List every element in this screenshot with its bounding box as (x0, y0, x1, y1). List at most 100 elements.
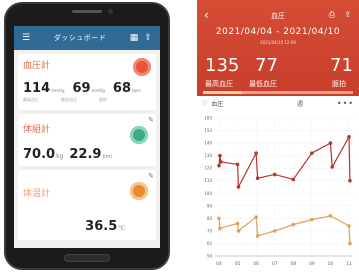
data-point (328, 214, 333, 218)
body-composition-card[interactable]: ✎ 体組計 70.0kg 22.9bmi (18, 114, 156, 166)
blood-pressure-chart: 160 150 140 130 120 110 100 90 80 70 60 5004 05 06 07 0… (204, 116, 353, 267)
data-point (218, 153, 222, 158)
chart-controls: ♡ 血圧 週 ••• (197, 96, 359, 110)
measurement-time: 2021/04/10 12:00 (260, 40, 296, 45)
data-point (255, 176, 260, 181)
diastolic-sublabel: 最低血圧 (61, 97, 77, 102)
data-point (347, 224, 351, 228)
period-selector[interactable]: 週 (297, 99, 303, 108)
data-point (330, 165, 335, 169)
pulse-label: 脈拍 (332, 80, 346, 88)
x-tick-label: 06 (253, 261, 259, 267)
share-icon[interactable]: ⇪ (141, 31, 155, 45)
bmi-unit: bmi (102, 154, 112, 160)
dashboard-toolbar: ☰ ダッシュボード ▦ ⇪ (14, 26, 160, 50)
menu-icon[interactable]: ☰ (19, 31, 33, 45)
home-button[interactable] (64, 254, 110, 262)
x-tick-label: 11 (346, 261, 352, 267)
data-point (347, 135, 351, 139)
data-point (217, 216, 221, 221)
data-point (328, 141, 333, 145)
x-tick-label: 09 (309, 261, 315, 267)
temperature-value: 36.5 (85, 219, 118, 234)
data-point (218, 226, 222, 231)
phone-speaker (72, 10, 102, 13)
diastolic-unit: mmHg (91, 88, 105, 93)
systolic-value: 114 (23, 81, 51, 96)
progress-bar (203, 91, 353, 94)
detail-screen: ‹ 血圧 ⎙ ⇪ 2021/04/04 - 2021/04/10 2021/04… (197, 0, 359, 272)
systolic-label: 最高血圧 (205, 80, 233, 88)
thermometer-card[interactable]: ✎ 体温計 36.5℃ (18, 170, 156, 240)
systolic-value: 135 (205, 55, 240, 76)
edit-icon[interactable]: ✎ (148, 116, 154, 124)
data-point (348, 241, 352, 246)
systolic-unit: mmHg (51, 88, 65, 93)
data-point (254, 215, 258, 219)
data-point (235, 221, 240, 226)
data-point (254, 151, 258, 155)
bmi-value: 22.9 (69, 147, 102, 162)
blood-pressure-card[interactable]: 血圧計 114mmHg 69mmHg 68bpm 最高血圧 最低血圧 脈拍 (18, 54, 156, 110)
y-tick-label: 100 (204, 191, 212, 196)
calendar-icon[interactable]: ▦ (127, 31, 141, 45)
edit-icon[interactable]: ✎ (148, 172, 154, 180)
data-point (219, 160, 223, 164)
y-tick-label: 80 (207, 216, 213, 221)
weight-value: 70.0 (23, 147, 56, 162)
data-point (348, 178, 352, 183)
y-tick-label: 150 (204, 128, 212, 133)
detail-header: ‹ 血圧 ⎙ ⇪ 2021/04/04 - 2021/04/10 2021/04… (197, 0, 359, 96)
date-range[interactable]: 2021/04/04 - 2021/04/10 (197, 27, 359, 37)
pulse-value: 68 (112, 81, 132, 96)
body-composition-device-icon (130, 126, 148, 144)
x-tick-label: 05 (235, 261, 241, 267)
y-tick-label: 110 (204, 178, 212, 183)
y-tick-label: 50 (207, 254, 213, 259)
x-tick-label: 04 (216, 261, 222, 267)
systolic-sublabel: 最高血圧 (23, 97, 39, 102)
diastolic-value: 69 (72, 81, 91, 96)
x-tick-label: 07 (272, 261, 278, 267)
y-tick-label: 90 (207, 203, 213, 208)
data-point (272, 229, 277, 233)
blood-pressure-label: 血圧計 (23, 61, 51, 71)
weight-unit: kg (56, 153, 64, 160)
data-point (291, 222, 296, 227)
y-tick-label: 140 (204, 141, 212, 146)
data-point (217, 163, 221, 168)
y-tick-label: 60 (207, 241, 213, 246)
diastolic-value: 77 (255, 55, 278, 76)
y-tick-label: 70 (207, 228, 213, 233)
thermometer-device-icon (130, 182, 148, 200)
pulse-value: 71 (330, 55, 353, 76)
temperature-unit: ℃ (118, 225, 125, 232)
data-point (272, 172, 277, 177)
pulse-unit: bpm (132, 88, 141, 93)
pulse-sublabel: 脈拍 (99, 97, 107, 102)
y-tick-label: 160 (204, 116, 212, 121)
x-tick-label: 10 (328, 261, 334, 267)
y-tick-label: 130 (204, 153, 212, 158)
heart-icon[interactable]: ♡ (202, 100, 207, 107)
chart-filter-label[interactable]: 血圧 (211, 99, 223, 108)
data-point (235, 162, 240, 167)
dashboard-screen: ☰ ダッシュボード ▦ ⇪ 血圧計 114mmHg 69mmHg 68bpm 最… (14, 26, 160, 248)
data-point (310, 151, 314, 155)
y-tick-label: 120 (204, 166, 212, 171)
blood-pressure-device-icon (133, 58, 151, 76)
phone-frame: ☰ ダッシュボード ▦ ⇪ 血圧計 114mmHg 69mmHg 68bpm 最… (4, 2, 170, 270)
progress-fill (203, 91, 242, 94)
data-point (236, 185, 241, 189)
share-icon[interactable]: ⇪ (344, 10, 351, 19)
dashboard-title: ダッシュボード (53, 34, 107, 42)
more-icon[interactable]: ••• (337, 99, 354, 108)
data-point (291, 177, 296, 182)
print-icon[interactable]: ⎙ (329, 10, 335, 20)
phone-camera (108, 9, 113, 14)
data-point (255, 234, 260, 238)
diastolic-label: 最低血圧 (249, 80, 277, 88)
data-point (310, 217, 314, 222)
data-point (236, 229, 241, 233)
x-tick-label: 08 (290, 261, 296, 267)
